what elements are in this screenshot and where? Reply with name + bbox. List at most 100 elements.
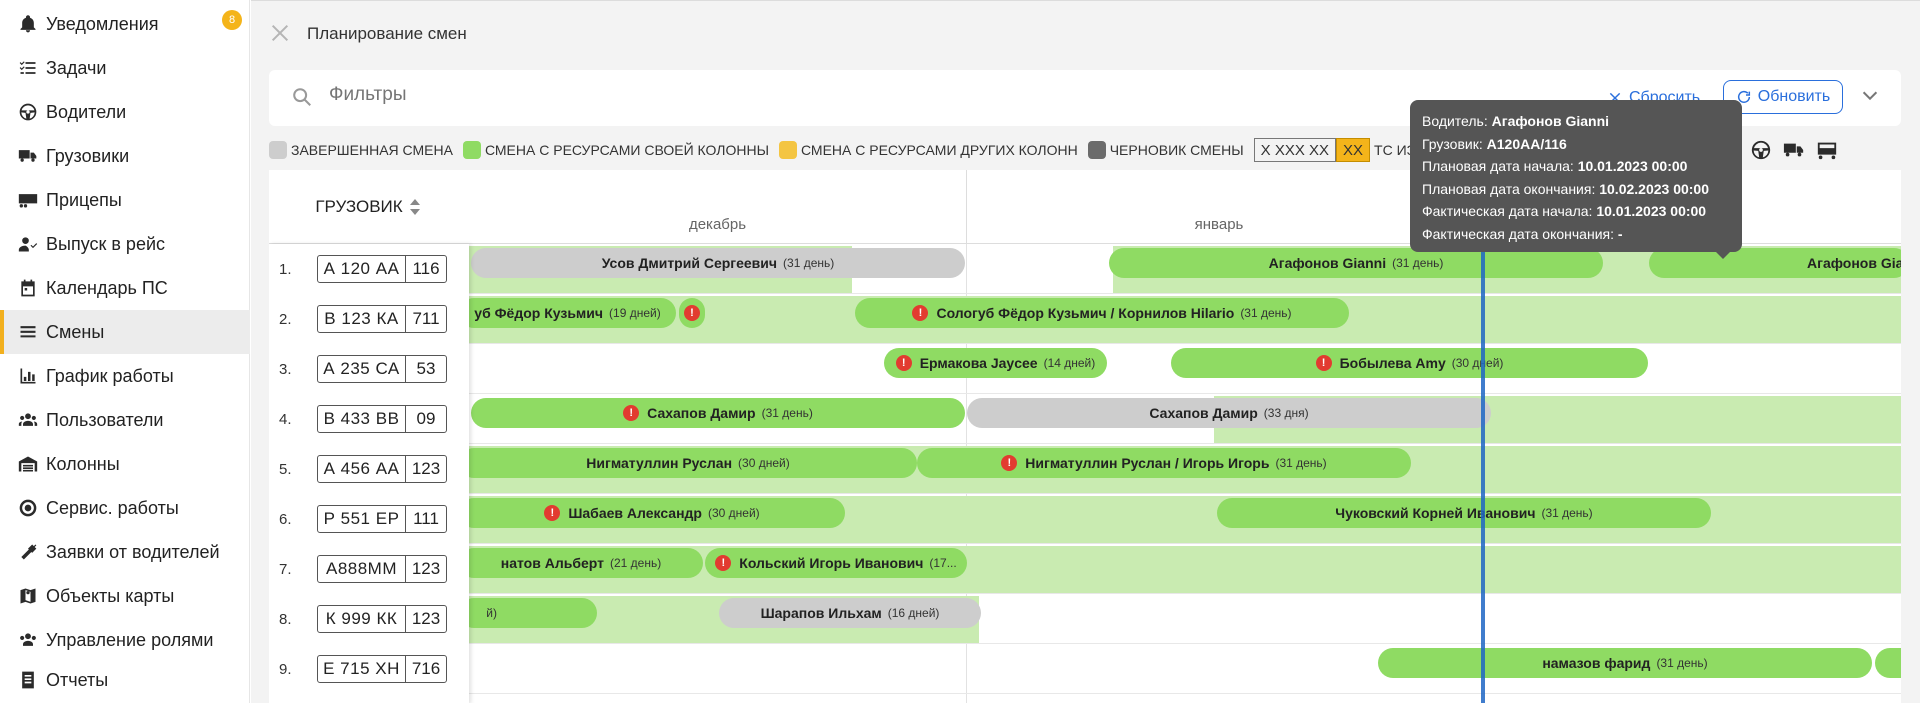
sidebar-item-reports[interactable]: Отчеты [0,658,250,702]
shift-bar[interactable]: Чуковский Корней Иванович (31 день) [1217,498,1711,528]
shift-bar[interactable]: ! Сологуб Фёдор Кузьмич / Корнилов Hilari… [855,298,1349,328]
legend-draft: ЧЕРНОВИК СМЕНЫ [1087,141,1244,159]
sidebar-item-service[interactable]: Сервис. работы [0,486,250,530]
shift-bar[interactable]: ! Ермакова Jaycee (14 дней) [884,348,1107,378]
roles-icon [16,628,40,652]
notifications-badge: 8 [222,10,242,30]
table-row[interactable]: 6. Р 551 ЕР 111 [269,494,469,544]
table-row[interactable]: 5. А 456 АА 123 [269,444,469,494]
warning-icon: ! [1315,355,1332,371]
sidebar-item-dispatch[interactable]: Выпуск в рейс [0,222,250,266]
page-header: Планирование смен [269,18,467,50]
sidebar-item-label: Водители [46,101,127,122]
month-header: январь [966,170,1471,244]
sort-icon[interactable] [409,198,423,216]
sidebar-item-label: Грузовики [46,145,130,166]
chevron-down-icon[interactable] [1859,84,1883,108]
sidebar-item-roles[interactable]: Управление ролями [0,618,250,662]
sidebar-item-label: Управление ролями [46,629,214,650]
warning-icon: ! [1001,455,1018,471]
shift-bar[interactable]: Сахапов Дамир (33 дня) [967,398,1491,428]
sidebar-item-trailers[interactable]: Прицепы [0,178,250,222]
warning-icon: ! [895,355,912,371]
month-header: декабрь [469,170,966,244]
service-icon [16,496,40,520]
calendar-icon [16,276,40,300]
sidebar-item-tasks[interactable]: Задачи [0,46,250,90]
filter-input[interactable] [329,84,929,106]
shift-bar[interactable] [1875,648,1901,678]
truck-list: 1. А 120 АА 116 2. В 123 КА 711 3. А 235 СА 53… [269,244,469,703]
table-row[interactable]: 3. А 235 СА 53 [269,344,469,394]
steering-wheel-icon [16,100,40,124]
legend-own-column: СМЕНА С РЕСУРСАМИ СВОЕЙ КОЛОННЫ [462,141,769,159]
shift-bar[interactable]: ! Кольский Игорь Иванович (17... [705,548,967,578]
license-plate: Е 715 ХН 716 [317,655,447,683]
shift-bar[interactable]: Агафонов Gia [1649,248,1901,278]
shift-bar[interactable]: ! Бобылева Amy (30 дней) [1171,348,1648,378]
sidebar-item-label: Прицепы [46,189,122,210]
sidebar-item-label: Календарь ПС [46,277,168,298]
warning-icon: ! [544,505,561,521]
warning-icon: ! [715,555,732,571]
table-row[interactable]: 7. А888ММ 123 [269,544,469,594]
shift-tooltip: Водитель: Агафонов Gianni Грузовик: А120… [1410,100,1742,259]
license-plate: В 433 ВВ 09 [317,405,447,433]
shift-bar[interactable]: уб Фёдор Кузьмич (19 дней) [459,298,676,328]
table-row[interactable]: 9. Е 715 ХН 716 [269,644,469,694]
trailer-icon[interactable] [1815,138,1839,162]
sidebar-item-label: Выпуск в рейс [46,233,166,254]
sidebar-item-trucks[interactable]: Грузовики [0,134,250,178]
sidebar-item-label: Уведомления [46,13,159,34]
sidebar-item-label: Объекты карты [46,585,175,606]
license-plate: А 456 АА 123 [317,455,447,483]
sidebar-item-drivers[interactable]: Водители [0,90,250,134]
page-title: Планирование смен [307,24,467,43]
shift-bar[interactable]: ! Шабаев Александр (30 дней) [459,498,845,528]
table-row[interactable]: 1. А 120 АА 116 [269,244,469,294]
warning-icon: ! [912,305,929,321]
sidebar-item-driver-requests[interactable]: Заявки от водителей [0,530,250,574]
shift-bar[interactable]: Усов Дмитрий Сергеевич (31 день) [471,248,965,278]
current-date-marker [1481,244,1485,703]
shift-bar[interactable]: намазов фарид (31 день) [1378,648,1872,678]
shift-bar[interactable]: Агафонов Gianni (31 день) [1109,248,1603,278]
sidebar-item-notifications[interactable]: Уведомления 8 [0,2,250,46]
steering-wheel-icon[interactable] [1749,138,1773,162]
license-plate: В 123 КА 711 [317,305,447,333]
wrench-icon [16,540,40,564]
shift-bar[interactable]: Нигматуллин Руслан (30 дней) [459,448,917,478]
sidebar-item-label: Отчеты [46,669,109,690]
sidebar-item-map-objects[interactable]: Объекты карты [0,574,250,618]
sidebar-item-calendar[interactable]: Календарь ПС [0,266,250,310]
refresh-label: Обновить [1757,88,1831,105]
sidebar-item-label: Пользователи [46,409,164,430]
sidebar-item-label: Заявки от водителей [46,541,220,562]
shift-bar[interactable]: ! Нигматуллин Руслан / Игорь Игорь (31 ден… [917,448,1411,478]
sidebar-item-label: Колонны [46,453,120,474]
close-icon[interactable] [269,22,293,46]
table-row[interactable]: 2. В 123 КА 711 [269,294,469,344]
shift-bar[interactable]: ! [679,298,705,328]
sidebar-item-shifts[interactable]: Смены [0,310,250,354]
column-header-truck[interactable]: ГРУЗОВИК [269,170,469,244]
license-plate: К 999 КК 123 [317,605,447,633]
sidebar-item-schedule[interactable]: График работы [0,354,250,398]
shift-bar[interactable]: Шарапов Ильхам (16 дней) [719,598,981,628]
legend-plate-sample: X XXX XX XX [1253,138,1371,162]
map-icon [16,584,40,608]
users-icon [16,408,40,432]
legend: ЗАВЕРШЕННАЯ СМЕНА СМЕНА С РЕСУРСАМИ СВОЕ… [269,138,1559,162]
license-plate: Р 551 ЕР 111 [317,505,447,533]
truck-icon[interactable] [1782,138,1806,162]
shift-bar[interactable]: натов Альберт (21 день) [459,548,703,578]
table-row[interactable]: 4. В 433 ВВ 09 [269,394,469,444]
legend-completed: ЗАВЕРШЕННАЯ СМЕНА [269,141,453,159]
sidebar-item-columns[interactable]: Колонны [0,442,250,486]
warning-icon: ! [684,305,700,321]
shift-bar[interactable]: й) [459,598,597,628]
main-area: Планирование смен Сбросить Обновить ЗАВЕ… [251,0,1920,703]
sidebar-item-users[interactable]: Пользователи [0,398,250,442]
table-row[interactable]: 8. К 999 КК 123 [269,594,469,644]
shift-bar[interactable]: ! Сахапов Дамир (31 день) [471,398,965,428]
